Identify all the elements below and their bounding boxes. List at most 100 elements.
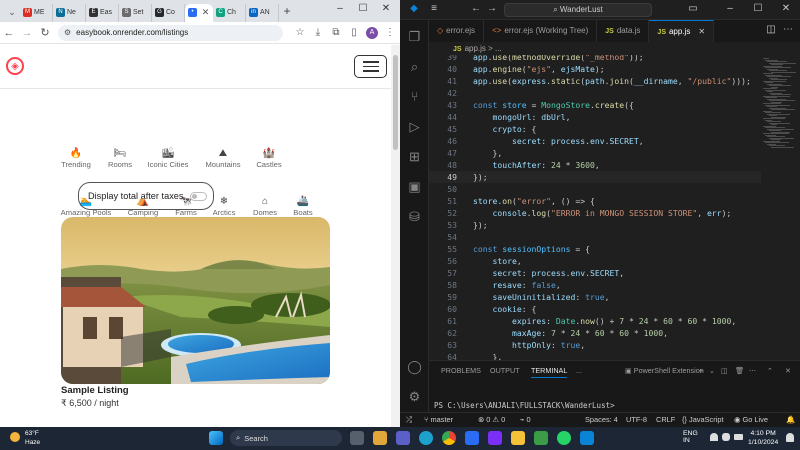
browser-tab[interactable]: E Eas xyxy=(86,3,119,22)
code-line[interactable]: 60 cookie: { xyxy=(429,303,761,315)
terminal-profile[interactable]: ▣ PowerShell Extension xyxy=(625,366,704,375)
code-line[interactable]: 58 resave: false, xyxy=(429,279,761,291)
code-line[interactable]: 59 saveUninitialized: true, xyxy=(429,291,761,303)
close-tab-icon[interactable]: ✕ xyxy=(698,27,705,36)
notepad-icon[interactable] xyxy=(534,431,548,445)
nav-forward-icon[interactable]: → xyxy=(484,3,500,14)
maximize-panel-icon[interactable]: ⌃ xyxy=(767,366,773,375)
code-line[interactable]: 47 }, xyxy=(429,147,761,159)
editor-tab[interactable]: JS data.js xyxy=(597,20,650,42)
ports-status[interactable]: ⌁ 0 xyxy=(520,415,531,424)
new-tab-button[interactable]: + xyxy=(279,4,295,18)
code-line[interactable]: 45 crypto: { xyxy=(429,123,761,135)
close-panel-icon[interactable]: ✕ xyxy=(785,366,791,375)
code-line[interactable]: 51 store.on("error", () => { xyxy=(429,195,761,207)
eol-status[interactable]: CRLF xyxy=(656,415,675,424)
code-line[interactable]: 62 maxAge: 7 * 24 * 60 * 60 * 1000, xyxy=(429,327,761,339)
trash-icon[interactable]: 🗑 xyxy=(735,366,744,375)
code-line[interactable]: 41 app.use(express.static(path.join(__dir… xyxy=(429,75,761,87)
minimize-button[interactable]: – xyxy=(722,3,738,14)
notification-bell-icon[interactable] xyxy=(786,433,794,442)
search-icon[interactable]: ⌕ xyxy=(400,56,429,78)
run-debug-icon[interactable]: ▷ xyxy=(400,116,429,138)
chrome-icon[interactable] xyxy=(442,431,456,445)
reload-button[interactable]: ↻ xyxy=(36,26,54,39)
download-icon[interactable]: ⤓ xyxy=(309,27,327,38)
menu-icon[interactable]: ≡ xyxy=(426,3,442,14)
site-info-icon[interactable]: ⚙ xyxy=(64,28,71,37)
close-tab-icon[interactable]: ✕ xyxy=(201,7,210,18)
browser-tab[interactable]: S Set xyxy=(119,3,152,22)
compass-logo-icon[interactable]: ◈ xyxy=(6,57,24,75)
indentation-status[interactable]: Spaces: 4 xyxy=(585,415,618,424)
profile-avatar[interactable]: A xyxy=(366,26,378,39)
listing-image[interactable] xyxy=(61,217,330,384)
close-window-button[interactable]: ✕ xyxy=(778,3,794,14)
panel-more-icon[interactable]: ⋯ xyxy=(749,366,756,375)
filter-castles[interactable]: 🏰 Castles xyxy=(241,147,297,169)
browser-tab[interactable]: G Co xyxy=(152,3,185,22)
panel-tab[interactable]: TERMINAL xyxy=(531,366,568,378)
code-line[interactable]: 57 secret: process.env.SECRET, xyxy=(429,267,761,279)
back-button[interactable]: ← xyxy=(0,27,18,39)
taskbar-search[interactable]: ⌕ Search xyxy=(230,430,342,446)
more-actions-icon[interactable]: ⋯ xyxy=(780,24,796,35)
task-view-icon[interactable] xyxy=(350,431,364,445)
source-control-icon[interactable]: ⑂ xyxy=(400,86,429,108)
tab-list-button[interactable]: ⌄ xyxy=(4,4,20,22)
menu-kebab-icon[interactable]: ⋮ xyxy=(381,27,399,38)
code-line[interactable]: 42 xyxy=(429,87,761,99)
filter-boats[interactable]: 🚢 Boats xyxy=(275,195,331,217)
close-window-button[interactable]: ✕ xyxy=(376,3,396,14)
minimap[interactable] xyxy=(761,55,800,360)
remote-explorer-icon[interactable]: ▣ xyxy=(400,176,429,198)
code-line[interactable]: 64 }, xyxy=(429,351,761,360)
split-terminal-icon[interactable]: ◫ xyxy=(721,366,728,375)
vscode-taskbar-icon[interactable] xyxy=(580,431,594,445)
whatsapp-icon[interactable] xyxy=(557,431,571,445)
windows-start-icon[interactable] xyxy=(209,431,223,445)
system-clock[interactable]: 4:10 PM 1/10/2024 xyxy=(748,429,778,447)
tax-toggle[interactable]: Display total after taxes xyxy=(78,182,214,210)
command-center-search[interactable]: ⌕ WanderLust xyxy=(504,3,652,17)
folder-icon[interactable] xyxy=(511,431,525,445)
code-editor[interactable]: 39 app.use(methodOverride("_method")); 40 a… xyxy=(429,55,761,360)
code-line[interactable]: 61 expires: Date.now() + 7 * 24 * 60 * 6… xyxy=(429,315,761,327)
account-icon[interactable]: ◯ xyxy=(400,356,429,378)
filter-iconic-cities[interactable]: 🏙 Iconic Cities xyxy=(140,147,196,169)
ai-app-icon[interactable] xyxy=(488,431,502,445)
nav-back-icon[interactable]: ← xyxy=(468,3,484,14)
store-icon[interactable] xyxy=(465,431,479,445)
editor-tab[interactable]: JS app.js ✕ xyxy=(649,20,715,42)
code-line[interactable]: 48 touchAfter: 24 * 3600, xyxy=(429,159,761,171)
new-terminal-icon[interactable]: + xyxy=(699,366,703,375)
settings-gear-icon[interactable]: ⚙ xyxy=(400,386,429,408)
maximize-button[interactable]: ☐ xyxy=(353,3,373,14)
problems-status[interactable]: ⊗ 0 ⚠ 0 xyxy=(478,415,505,424)
database-icon[interactable]: ⛁ xyxy=(400,206,429,228)
volume-icon[interactable] xyxy=(722,433,730,441)
extensions-icon[interactable]: ⧉ xyxy=(327,27,345,38)
code-line[interactable]: 63 httpOnly: true, xyxy=(429,339,761,351)
code-line[interactable]: 54 xyxy=(429,231,761,243)
browser-tab[interactable]: M ME xyxy=(20,3,53,22)
browser-tab[interactable]: in AN xyxy=(246,3,279,22)
terminal-prompt[interactable]: PS C:\Users\ANJALI\FULLSTACK\WanderLust> xyxy=(434,401,615,410)
editor-tab[interactable]: ◇ error.ejs xyxy=(429,20,485,42)
split-editor-icon[interactable]: ◫ xyxy=(763,24,779,35)
code-line[interactable]: 43 const store = MongoStore.create({ xyxy=(429,99,761,111)
explorer-taskbar-icon[interactable] xyxy=(373,431,387,445)
forward-button[interactable]: → xyxy=(18,27,36,39)
browser-tab[interactable]: • ✕ xyxy=(185,3,213,22)
code-line[interactable]: 56 store, xyxy=(429,255,761,267)
code-line[interactable]: 55 const sessionOptions = { xyxy=(429,243,761,255)
code-line[interactable]: 52 console.log("ERROR in MONGO SESSION S… xyxy=(429,207,761,219)
minimize-button[interactable]: – xyxy=(330,3,350,14)
panel-tab[interactable]: ... xyxy=(576,366,582,375)
code-line[interactable]: 44 mongoUrl: dbUrl, xyxy=(429,111,761,123)
listing-title[interactable]: Sample Listing xyxy=(61,385,129,396)
remote-icon[interactable]: ⤮ xyxy=(406,415,412,425)
page-scrollbar[interactable] xyxy=(391,45,400,427)
panel-tab[interactable]: PROBLEMS xyxy=(441,366,481,375)
code-line[interactable]: 49}); xyxy=(429,171,761,183)
